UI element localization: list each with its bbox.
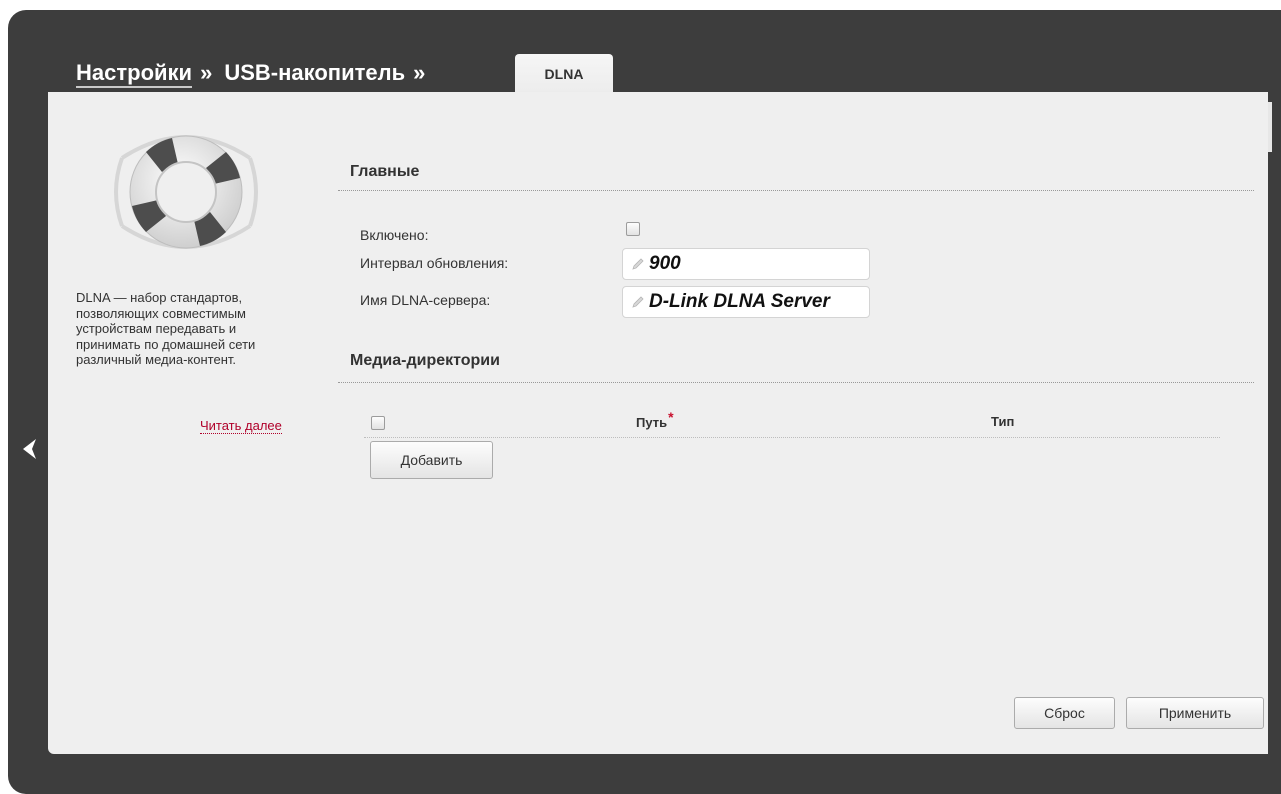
enabled-checkbox[interactable] xyxy=(626,222,640,236)
scrollbar[interactable] xyxy=(1268,102,1272,152)
breadcrumb-separator: » xyxy=(200,60,213,85)
refresh-interval-label: Интервал обновления: xyxy=(360,255,509,271)
section-divider xyxy=(338,190,1254,191)
server-name-input[interactable]: D-Link DLNA Server xyxy=(622,286,870,318)
server-name-label: Имя DLNA-сервера: xyxy=(360,292,491,308)
refresh-interval-value: 900 xyxy=(649,253,681,274)
section-title-media: Медиа-директории xyxy=(350,352,500,369)
chevron-left-icon[interactable] xyxy=(18,436,44,462)
tab-dlna[interactable]: DLNA xyxy=(515,54,613,94)
add-button[interactable]: Добавить xyxy=(370,441,493,479)
breadcrumb-separator: » xyxy=(413,60,426,85)
pencil-icon xyxy=(632,296,644,308)
help-description: DLNA — набор стандартов, позволяющих сов… xyxy=(76,290,256,367)
reset-button[interactable]: Сброс xyxy=(1014,697,1115,729)
column-header-path: Путь* xyxy=(636,409,674,430)
table-header-divider xyxy=(364,437,1220,438)
apply-button[interactable]: Применить xyxy=(1126,697,1264,729)
refresh-interval-input[interactable]: 900 xyxy=(622,248,870,280)
select-all-checkbox[interactable] xyxy=(371,416,385,430)
required-asterisk: * xyxy=(668,409,674,425)
column-path-label: Путь xyxy=(636,415,668,430)
enabled-label: Включено: xyxy=(360,227,429,243)
section-title-main: Главные xyxy=(350,163,420,180)
column-header-type: Тип xyxy=(991,414,1015,429)
pencil-icon xyxy=(632,258,644,270)
breadcrumb-settings-link[interactable]: Настройки xyxy=(76,60,193,88)
breadcrumb: Настройки » USB-накопитель » xyxy=(76,60,429,88)
read-more-link[interactable]: Читать далее xyxy=(200,418,282,434)
server-name-value: D-Link DLNA Server xyxy=(649,291,830,312)
section-divider xyxy=(338,382,1254,383)
breadcrumb-usb-link[interactable]: USB-накопитель xyxy=(224,60,405,86)
lifebuoy-icon xyxy=(112,118,260,266)
